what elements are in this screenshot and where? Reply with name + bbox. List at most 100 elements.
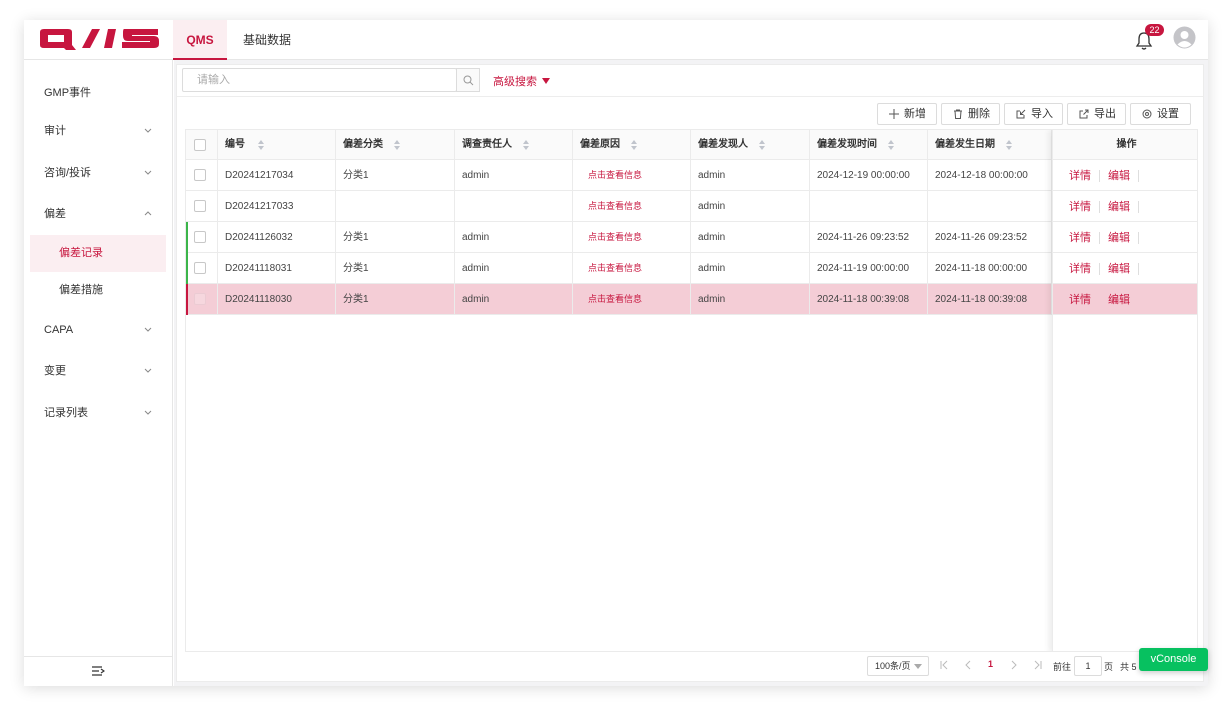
cell-id: D20241217034 [218,160,336,191]
column-header-occur-date[interactable]: 偏差发生日期 [928,130,1052,160]
chevron-down-icon [144,368,152,373]
column-header-reason[interactable]: 偏差原因 [573,130,691,160]
cell-investigator: admin [455,160,573,191]
tab-qms[interactable]: QMS [173,20,227,60]
column-header-finder[interactable]: 偏差发现人 [691,130,810,160]
action-row: 详情 编辑 [1053,253,1197,284]
row-checkbox[interactable] [194,169,206,181]
sidebar-item-deviation-measure[interactable]: 偏差措施 [30,272,166,309]
edit-link[interactable]: 编辑 [1108,231,1130,245]
settings-button-label: 设置 [1157,108,1179,120]
detail-link[interactable]: 详情 [1069,231,1091,245]
sort-icon[interactable] [630,139,638,151]
sort-icon[interactable] [1005,139,1013,151]
sidebar-item-audit[interactable]: 审计 [24,112,173,150]
add-button-label: 新增 [904,108,926,120]
table-row[interactable]: D20241126032 分类1 admin 点击查看信息 admin 2024-11-2… [186,222,1052,253]
column-header-label: 偏差发生日期 [935,139,995,150]
sidebar-item-label: 记录列表 [44,407,88,419]
row-checkbox[interactable] [194,200,206,212]
search-input[interactable] [183,69,433,91]
cell-finder: admin [691,284,810,315]
page-size-select[interactable]: 100条/页 [867,656,929,676]
first-page-icon[interactable] [939,660,949,670]
detail-link[interactable]: 详情 [1069,169,1091,183]
column-header-found-time[interactable]: 偏差发现时间 [810,130,928,160]
table-row[interactable]: D20241118031 分类1 admin 点击查看信息 admin 2024-11-1… [186,253,1052,284]
cell-occur-date [928,191,1052,222]
sidebar-item-label: 咨询/投诉 [44,167,92,179]
select-all-checkbox[interactable] [194,139,206,151]
action-separator [1138,263,1139,275]
sort-icon[interactable] [887,139,895,151]
cell-found-time: 2024-11-19 00:00:00 [810,253,928,284]
sidebar-item-record-list[interactable]: 记录列表 [24,394,173,432]
app-window: QMS 基础数据 22 GMP事件 审计 咨询/投诉 偏差 偏差记录 偏差措施 … [24,20,1208,686]
page-number-current[interactable]: 1 [988,659,993,669]
chevron-down-icon [144,128,152,133]
tab-basic-data[interactable]: 基础数据 [229,20,305,60]
sort-icon[interactable] [393,139,401,151]
avatar-icon[interactable] [1173,26,1196,49]
sidebar-item-change[interactable]: 变更 [24,352,173,390]
settings-button[interactable]: 设置 [1130,103,1191,125]
last-page-icon[interactable] [1033,660,1043,670]
page-size-value: 100条/页 [875,661,911,671]
prev-page-icon[interactable] [963,660,973,670]
table-row[interactable]: D20241118030 分类1 admin 点击查看信息 admin 2024-11-1… [186,284,1052,315]
sort-icon[interactable] [758,139,766,151]
edit-link[interactable]: 编辑 [1108,169,1130,183]
sidebar-item-capa[interactable]: CAPA [24,311,173,349]
sidebar-item-consult-complaint[interactable]: 咨询/投诉 [24,154,173,192]
add-button[interactable]: 新增 [877,103,937,125]
collapse-menu-icon[interactable] [91,665,105,677]
edit-link[interactable]: 编辑 [1108,262,1130,276]
view-reason-link[interactable]: 点击查看信息 [573,222,691,253]
search-button[interactable] [456,68,480,92]
column-header-category[interactable]: 偏差分类 [336,130,455,160]
cell-category [336,191,455,222]
next-page-icon[interactable] [1009,660,1019,670]
sidebar: GMP事件 审计 咨询/投诉 偏差 偏差记录 偏差措施 CAPA 变更 记录列表 [24,60,173,686]
detail-link[interactable]: 详情 [1069,262,1091,276]
export-button[interactable]: 导出 [1067,103,1126,125]
trash-icon [954,109,962,119]
edit-link[interactable]: 编辑 [1108,293,1130,307]
advanced-search-toggle[interactable]: 高级搜索 [493,73,550,89]
view-reason-link[interactable]: 点击查看信息 [573,160,691,191]
cell-found-time: 2024-12-19 00:00:00 [810,160,928,191]
vconsole-button[interactable]: vConsole [1139,648,1208,671]
sort-icon[interactable] [522,139,530,151]
delete-button[interactable]: 删除 [941,103,1000,125]
cell-occur-date: 2024-11-18 00:39:08 [928,284,1052,315]
detail-link[interactable]: 详情 [1069,293,1091,307]
import-button[interactable]: 导入 [1004,103,1063,125]
row-checkbox[interactable] [194,293,206,305]
view-reason-link[interactable]: 点击查看信息 [573,253,691,284]
cell-select [186,222,218,253]
row-checkbox[interactable] [194,262,206,274]
export-button-label: 导出 [1094,108,1116,120]
column-header-id[interactable]: 编号 [218,130,336,160]
sidebar-item-deviation-record[interactable]: 偏差记录 [30,235,166,272]
detail-link[interactable]: 详情 [1069,200,1091,214]
column-header-label: 偏差发现时间 [817,139,877,150]
action-separator [1138,201,1139,213]
column-header-label: 调查责任人 [462,139,512,150]
edit-link[interactable]: 编辑 [1108,200,1130,214]
column-header-investigator[interactable]: 调查责任人 [455,130,573,160]
view-reason-link[interactable]: 点击查看信息 [573,191,691,222]
goto-page-input[interactable]: 1 [1074,656,1102,676]
row-checkbox[interactable] [194,231,206,243]
cell-found-time: 2024-11-18 00:39:08 [810,284,928,315]
column-header-label: 偏差分类 [343,139,383,150]
sort-icon[interactable] [257,139,265,151]
table-row[interactable]: D20241217033 点击查看信息 admin [186,191,1052,222]
plus-icon [889,109,899,119]
cell-category: 分类1 [336,253,455,284]
cell-category: 分类1 [336,222,455,253]
view-reason-link[interactable]: 点击查看信息 [573,284,691,315]
sidebar-item-gmp-event[interactable]: GMP事件 [24,74,173,112]
sidebar-item-deviation[interactable]: 偏差 [24,195,173,233]
table-row[interactable]: D20241217034 分类1 admin 点击查看信息 admin 2024-12-1… [186,160,1052,191]
